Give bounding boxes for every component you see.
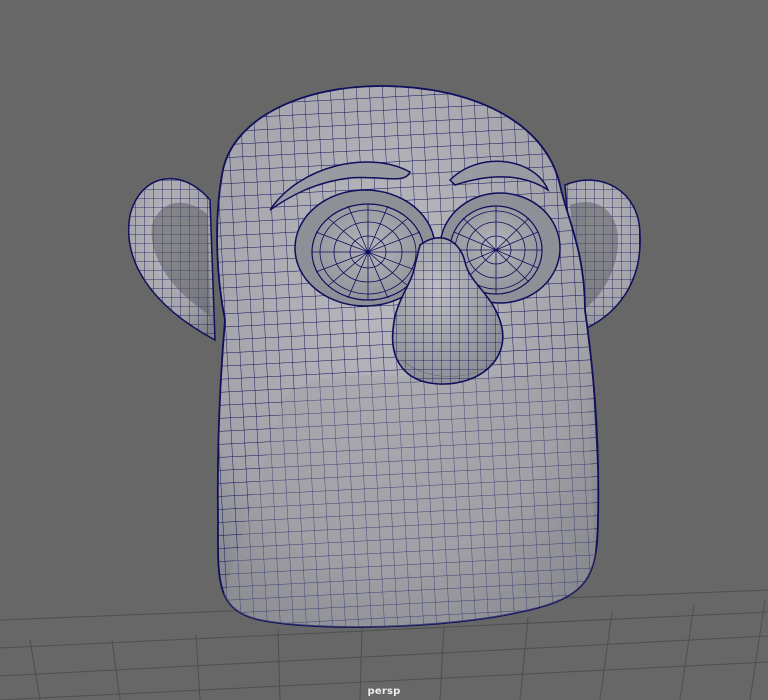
left-ear xyxy=(128,177,216,342)
camera-name-label: persp xyxy=(367,686,401,697)
perspective-viewport[interactable]: persp xyxy=(0,0,768,700)
viewport-canvas[interactable] xyxy=(0,0,768,700)
